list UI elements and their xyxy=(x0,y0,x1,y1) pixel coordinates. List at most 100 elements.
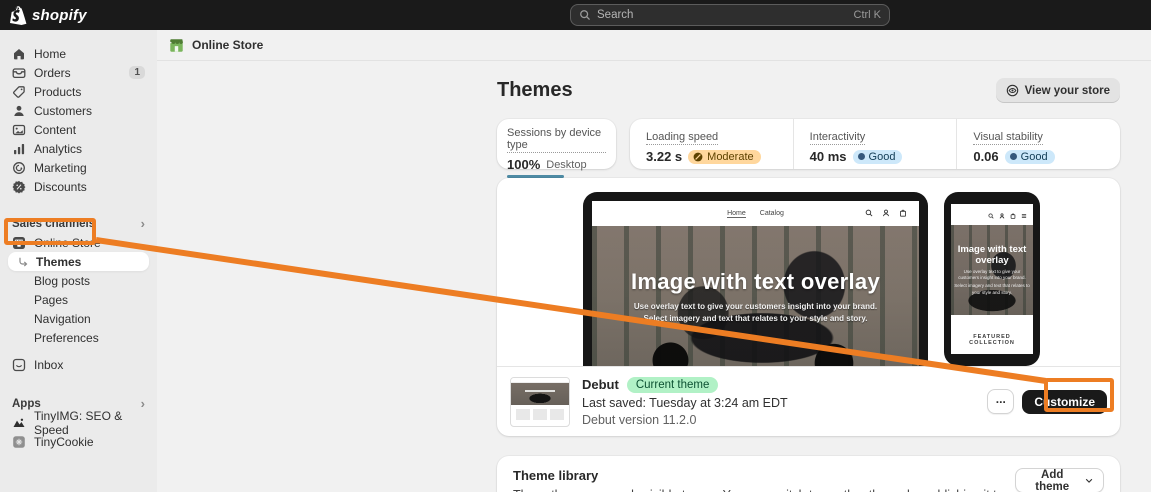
search-icon xyxy=(865,209,873,217)
tinycookie-app-icon xyxy=(13,435,25,448)
visual-stability-value: 0.06 xyxy=(973,149,999,164)
metric-loading-speed: Loading speed 3.22 s Moderate xyxy=(630,119,793,169)
top-bar: shopify Search Ctrl K xyxy=(0,0,1151,30)
sidebar-item-orders[interactable]: Orders 1 xyxy=(8,63,149,82)
sidebar-item-pages[interactable]: Pages xyxy=(8,290,149,309)
shopify-logo[interactable]: shopify xyxy=(10,5,87,25)
sidebar-item-themes[interactable]: Themes xyxy=(8,252,149,271)
customize-button[interactable]: Customize xyxy=(1022,389,1107,414)
menu-icon xyxy=(1021,214,1027,218)
status-badge-moderate: Moderate xyxy=(688,149,761,164)
loading-speed-label[interactable]: Loading speed xyxy=(646,131,719,145)
current-theme-info-row: Debut Current theme Last saved: Tuesday … xyxy=(497,366,1120,436)
account-icon xyxy=(999,213,1005,219)
theme-name: Debut xyxy=(582,377,619,392)
person-icon xyxy=(14,105,24,116)
tablet-preview: Home Catalog Image with text overlay Use… xyxy=(583,192,928,366)
hero-image-motorcycle-mobile: Image with text overlay Use overlay text… xyxy=(951,225,1033,315)
image-icon xyxy=(12,124,26,135)
interactivity-value: 40 ms xyxy=(809,149,847,164)
performance-card: Loading speed 3.22 s Moderate Interactiv… xyxy=(630,119,1120,169)
metric-interactivity: Interactivity 40 ms Good xyxy=(792,119,957,169)
tinyimg-app-icon xyxy=(13,418,25,427)
breadcrumb-label[interactable]: Online Store xyxy=(192,38,263,52)
sales-channels-header[interactable]: Sales channels › xyxy=(8,214,149,233)
orders-icon xyxy=(12,67,26,78)
bar-chart-icon xyxy=(14,143,25,154)
status-dot-icon xyxy=(857,153,865,160)
search-icon xyxy=(580,10,590,20)
more-actions-button[interactable]: ... xyxy=(987,389,1015,414)
breadcrumb: Online Store xyxy=(157,30,1151,61)
inbox-icon xyxy=(12,358,26,371)
theme-thumbnail xyxy=(510,376,570,427)
home-icon xyxy=(14,48,24,59)
current-theme-badge: Current theme xyxy=(626,376,719,393)
hero-title: Image with text overlay xyxy=(631,269,880,294)
sidebar-item-home[interactable]: Home xyxy=(8,44,149,63)
tag-icon xyxy=(13,85,25,98)
page-title: Themes xyxy=(497,79,573,101)
cart-bag-icon xyxy=(900,209,906,217)
metric-visual-stability: Visual stability 0.06 Good xyxy=(956,119,1120,169)
status-badge-good: Good xyxy=(1004,149,1055,164)
sidebar-item-navigation[interactable]: Navigation xyxy=(8,309,149,328)
phone-preview: Image with text overlay Use overlay text… xyxy=(944,192,1040,366)
hero-image-motorcycle: Image with text overlay Use overlay text… xyxy=(592,226,919,366)
shopify-bag-icon xyxy=(10,5,27,25)
loading-speed-value: 3.22 s xyxy=(646,149,683,164)
caution-icon xyxy=(693,152,703,161)
theme-preview-area: Home Catalog Image with text overlay Use… xyxy=(497,178,1120,366)
sessions-label[interactable]: Sessions by device type xyxy=(507,127,606,153)
preview-nav-catalog: Catalog xyxy=(759,209,784,217)
sessions-card: Sessions by device type 100% Desktop xyxy=(497,119,616,178)
logo-wordmark: shopify xyxy=(32,6,87,24)
chevron-down-icon xyxy=(1085,478,1093,483)
orders-count-badge: 1 xyxy=(129,66,145,79)
shopify-admin-window: shopify Search Ctrl K Home Orders 1 Prod… xyxy=(0,0,1151,492)
search-input[interactable]: Search Ctrl K xyxy=(570,4,890,26)
megaphone-icon xyxy=(13,161,25,174)
main-content: Themes View your store Sessions by devic… xyxy=(497,61,1120,492)
sessions-value: 100% xyxy=(507,157,541,172)
theme-stats-row: Sessions by device type 100% Desktop Loa… xyxy=(497,119,1120,178)
sidebar-item-inbox[interactable]: Inbox xyxy=(8,355,149,374)
search-placeholder: Search xyxy=(597,9,634,21)
sidebar-item-analytics[interactable]: Analytics xyxy=(8,139,149,158)
featured-collection-label: FEATURED COLLECTION xyxy=(969,334,1015,346)
storefront-icon xyxy=(170,38,183,52)
theme-library-description: These themes are only visible to you. Yo… xyxy=(513,488,1015,492)
theme-version: Debut version 11.2.0 xyxy=(582,412,697,427)
eye-icon xyxy=(1006,84,1018,97)
theme-library-title: Theme library xyxy=(513,468,599,483)
view-your-store-button[interactable]: View your store xyxy=(995,78,1120,103)
preview-nav-home: Home xyxy=(727,209,746,218)
sidebar-item-content[interactable]: Content xyxy=(8,120,149,139)
add-theme-button[interactable]: Add theme xyxy=(1014,468,1104,492)
sidebar-item-customers[interactable]: Customers xyxy=(8,101,149,120)
chevron-right-icon: › xyxy=(140,216,145,231)
theme-library-card: Theme library These themes are only visi… xyxy=(497,456,1120,492)
search-shortcut: Ctrl K xyxy=(853,9,882,21)
sidebar-item-tinyimg[interactable]: TinyIMG: SEO & Speed xyxy=(8,409,149,437)
sidebar-item-online-store[interactable]: Online Store xyxy=(8,233,149,252)
sidebar-item-marketing[interactable]: Marketing xyxy=(8,158,149,177)
cart-bag-icon xyxy=(1010,213,1016,219)
status-badge-good: Good xyxy=(852,149,903,164)
sidebar-item-products[interactable]: Products xyxy=(8,82,149,101)
theme-last-saved: Last saved: Tuesday at 3:24 am EDT xyxy=(582,395,788,410)
sidebar-nav: Home Orders 1 Products Customers Content… xyxy=(0,30,157,492)
account-icon xyxy=(883,209,889,217)
search-icon xyxy=(988,213,994,219)
discount-icon xyxy=(12,180,26,193)
sidebar-item-blog-posts[interactable]: Blog posts xyxy=(8,271,149,290)
sidebar-item-preferences[interactable]: Preferences xyxy=(8,328,149,347)
interactivity-label[interactable]: Interactivity xyxy=(809,131,866,145)
status-dot-icon xyxy=(1009,153,1017,160)
nested-arrow-icon xyxy=(19,257,28,267)
sidebar-item-discounts[interactable]: Discounts xyxy=(8,177,149,196)
visual-stability-label[interactable]: Visual stability xyxy=(973,131,1043,145)
current-theme-card: Home Catalog Image with text overlay Use… xyxy=(497,178,1120,436)
online-store-icon xyxy=(13,236,25,249)
sessions-unit: Desktop xyxy=(546,158,587,171)
